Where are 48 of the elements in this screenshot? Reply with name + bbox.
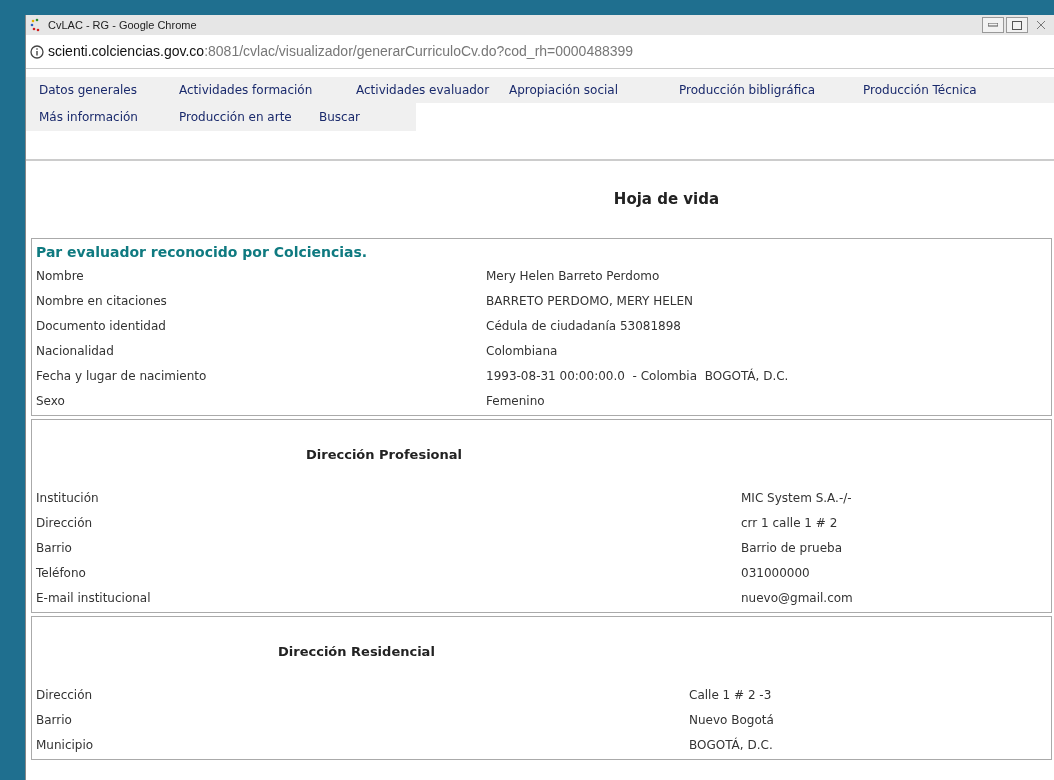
url-text: scienti.colciencias.gov.co:8081/cvlac/visualizador/generarCurriculoCv.do?cod_rh=0000488399	[48, 42, 634, 61]
field-value: Nuevo Bogotá	[689, 711, 774, 729]
field-label: Dirección	[36, 514, 94, 532]
maximize-icon	[1012, 20, 1022, 30]
field-value: Mery Helen Barreto Perdomo	[486, 267, 660, 285]
field-value: nuevo@gmail.com	[741, 589, 853, 607]
field-label: Nacionalidad	[36, 342, 115, 360]
field-value: Barrio de prueba	[741, 539, 843, 557]
nav-link[interactable]: Apropiación social	[509, 81, 679, 99]
close-icon	[1037, 21, 1045, 29]
field-label: Barrio	[36, 711, 73, 729]
section-heading: Dirección Profesional	[305, 446, 463, 464]
field-label: Nombre	[36, 267, 85, 285]
field-value: 1993-08-31 00:00:00.0 - Colombia BOGOTÁ, D.C.	[486, 367, 789, 385]
field-label: Sexo	[36, 392, 66, 410]
field-label: Barrio	[36, 539, 73, 557]
nav-link[interactable]: Producción Técnica	[863, 81, 1023, 99]
window-title: CvLAC - RG - Google Chrome	[48, 17, 197, 33]
nav-link[interactable]: Producción en arte	[179, 108, 319, 126]
field-label: Documento identidad	[36, 317, 167, 335]
field-label: Teléfono	[36, 564, 87, 582]
minimize-icon	[988, 23, 998, 27]
field-value: Colombiana	[486, 342, 558, 360]
field-value: crr 1 calle 1 # 2	[741, 514, 838, 532]
field-value: Calle 1 # 2 -3	[689, 686, 772, 704]
page-title: Hoja de vida	[612, 189, 721, 211]
section-heading: Par evaluador reconocido por Colciencias.	[36, 243, 369, 262]
nav-link[interactable]: Actividades formación	[179, 81, 356, 99]
field-label: Institución	[36, 489, 100, 507]
field-label: E-mail institucional	[36, 589, 152, 607]
maximize-button[interactable]	[1006, 17, 1028, 33]
info-icon	[30, 44, 44, 59]
field-label: Municipio	[36, 736, 95, 754]
nav-link[interactable]: Actividades evaluador	[356, 81, 509, 99]
field-value: Femenino	[486, 392, 545, 410]
field-value: 031000000	[741, 564, 810, 582]
field-value: BARRETO PERDOMO, MERY HELEN	[486, 292, 694, 310]
field-value: BOGOTÁ, D.C.	[689, 736, 773, 754]
field-label: Fecha y lugar de nacimiento	[36, 367, 208, 385]
section-heading: Dirección Residencial	[277, 643, 436, 661]
nav-link[interactable]: Producción bibligráfica	[679, 81, 863, 99]
field-label: Nombre en citaciones	[36, 292, 168, 310]
nav-link[interactable]: Buscar	[319, 108, 409, 126]
nav-link[interactable]: Datos generales	[39, 81, 179, 99]
field-value: MIC System S.A.-/-	[741, 489, 852, 507]
nav-link[interactable]: Más información	[39, 108, 179, 126]
field-value: Cédula de ciudadanía 53081898	[486, 317, 681, 335]
field-label: Dirección	[36, 686, 94, 704]
